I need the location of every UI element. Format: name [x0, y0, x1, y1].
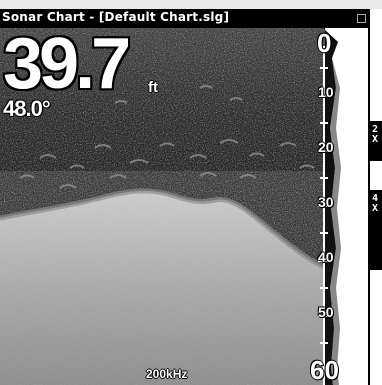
- water-temperature: 48.0°: [3, 96, 51, 121]
- zoom-4x-button[interactable]: 4 X: [368, 190, 382, 270]
- zoom-2x-unit: X: [371, 134, 379, 145]
- depth-scale-label: 50: [318, 304, 334, 320]
- window-title: Sonar Chart - [Default Chart.slg]: [2, 10, 230, 24]
- zoom-4x-unit: X: [371, 203, 379, 214]
- depth-unit: ft: [148, 79, 158, 96]
- depth-readout: 39.7: [3, 28, 131, 104]
- window-control-icon[interactable]: [357, 14, 366, 23]
- zoom-2x-button[interactable]: 2 X: [368, 121, 382, 161]
- menu-bar: [0, 0, 382, 9]
- depth-scale-label: 40: [318, 249, 334, 265]
- window-titlebar[interactable]: Sonar Chart - [Default Chart.slg]: [0, 9, 370, 28]
- sonar-chart-display[interactable]: 39.7 ft 48.0° 200kHz 0 10 20 30 40 50 60: [0, 28, 354, 385]
- depth-scale-label: 30: [318, 194, 334, 210]
- depth-scale-label: 10: [318, 84, 334, 100]
- frequency-label: 200kHz: [146, 367, 188, 381]
- depth-scale-top: 0: [317, 28, 332, 58]
- depth-scale-label: 20: [318, 139, 334, 155]
- depth-scale-bottom: 60: [310, 355, 339, 385]
